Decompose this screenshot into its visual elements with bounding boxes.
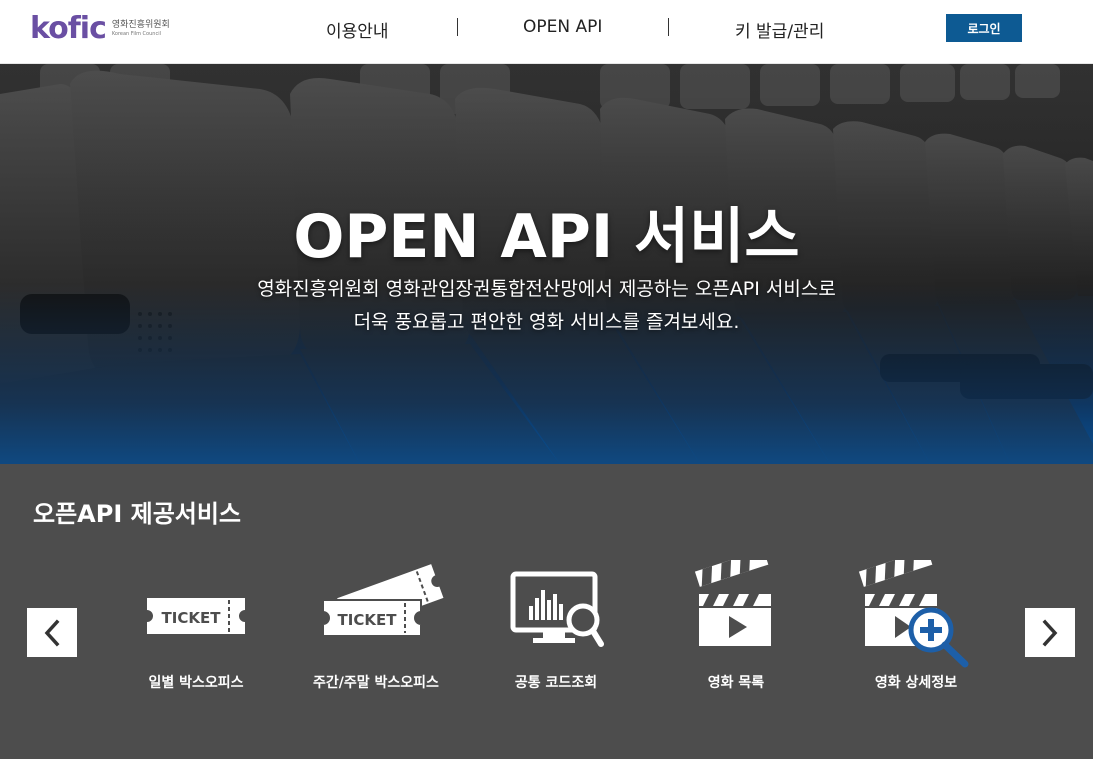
service-common-code[interactable]: 공통 코드조회 [471,560,641,700]
logo-subtitle-ko: 영화진흥위원회 [111,20,170,30]
logo-wordmark: kofic [30,11,107,46]
service-label: 공통 코드조회 [514,675,598,691]
login-button[interactable]: 로그인 [946,14,1022,42]
nav-separator [457,18,458,36]
service-movie-list[interactable]: 영화 목록 [651,560,821,700]
carousel-prev-button[interactable] [27,608,77,657]
nav-item-guide[interactable]: 이용안내 [326,17,389,42]
clapperboard-play-icon [694,560,771,646]
main-nav: 이용안내 OPEN API 키 발급/관리 [300,0,860,64]
service-label: 영화 상세정보 [874,675,958,691]
service-label: 주간/주말 박스오피스 [313,675,439,691]
nav-separator [668,18,669,36]
logo-subtitle: 영화진흥위원회 Korean Film Council [112,20,170,38]
service-label: 영화 목록 [707,675,765,691]
svg-text:TICKET: TICKET [162,609,222,627]
chevron-right-icon [1042,619,1058,646]
nav-item-open-api[interactable]: OPEN API [523,17,602,37]
ticket-icon: TICKET [147,598,245,634]
services-section: 오픈API 제공서비스 TICKET 일별 박스오피스 TICKET 주간/주말… [0,464,1093,759]
hero-description-line-2: 더욱 풍요롭고 편안한 영화 서비스를 즐겨보세요. [353,311,740,333]
kofic-logo[interactable]: kofic 영화진흥위원회 Korean Film Council [30,12,170,46]
service-weekly-boxoffice[interactable]: TICKET 주간/주말 박스오피스 [291,560,461,700]
logo-subtitle-en: Korean Film Council [111,31,161,37]
site-header: kofic 영화진흥위원회 Korean Film Council 이용안내 O… [0,0,1093,64]
hero-description-line-1: 영화진흥위원회 영화관입장권통합전산망에서 제공하는 오픈API 서비스로 [257,278,836,300]
chevron-left-icon [44,619,60,646]
carousel-next-button[interactable] [1025,608,1075,657]
services-title: 오픈API 제공서비스 [33,500,242,528]
svg-text:TICKET: TICKET [338,611,398,629]
tickets-icon: TICKET [322,564,444,637]
monitor-search-icon [510,571,604,647]
service-movie-detail[interactable]: 영화 상세정보 [831,560,1001,700]
nav-item-key-manage[interactable]: 키 발급/관리 [735,17,824,42]
service-label: 일별 박스오피스 [148,675,244,691]
hero-title: OPEN API 서비스 [293,202,800,272]
hero-banner: OPEN API 서비스 영화진흥위원회 영화관입장권통합전산망에서 제공하는 … [0,64,1093,464]
service-daily-boxoffice[interactable]: TICKET 일별 박스오피스 [111,560,281,700]
clapperboard-zoom-icon [858,560,969,668]
